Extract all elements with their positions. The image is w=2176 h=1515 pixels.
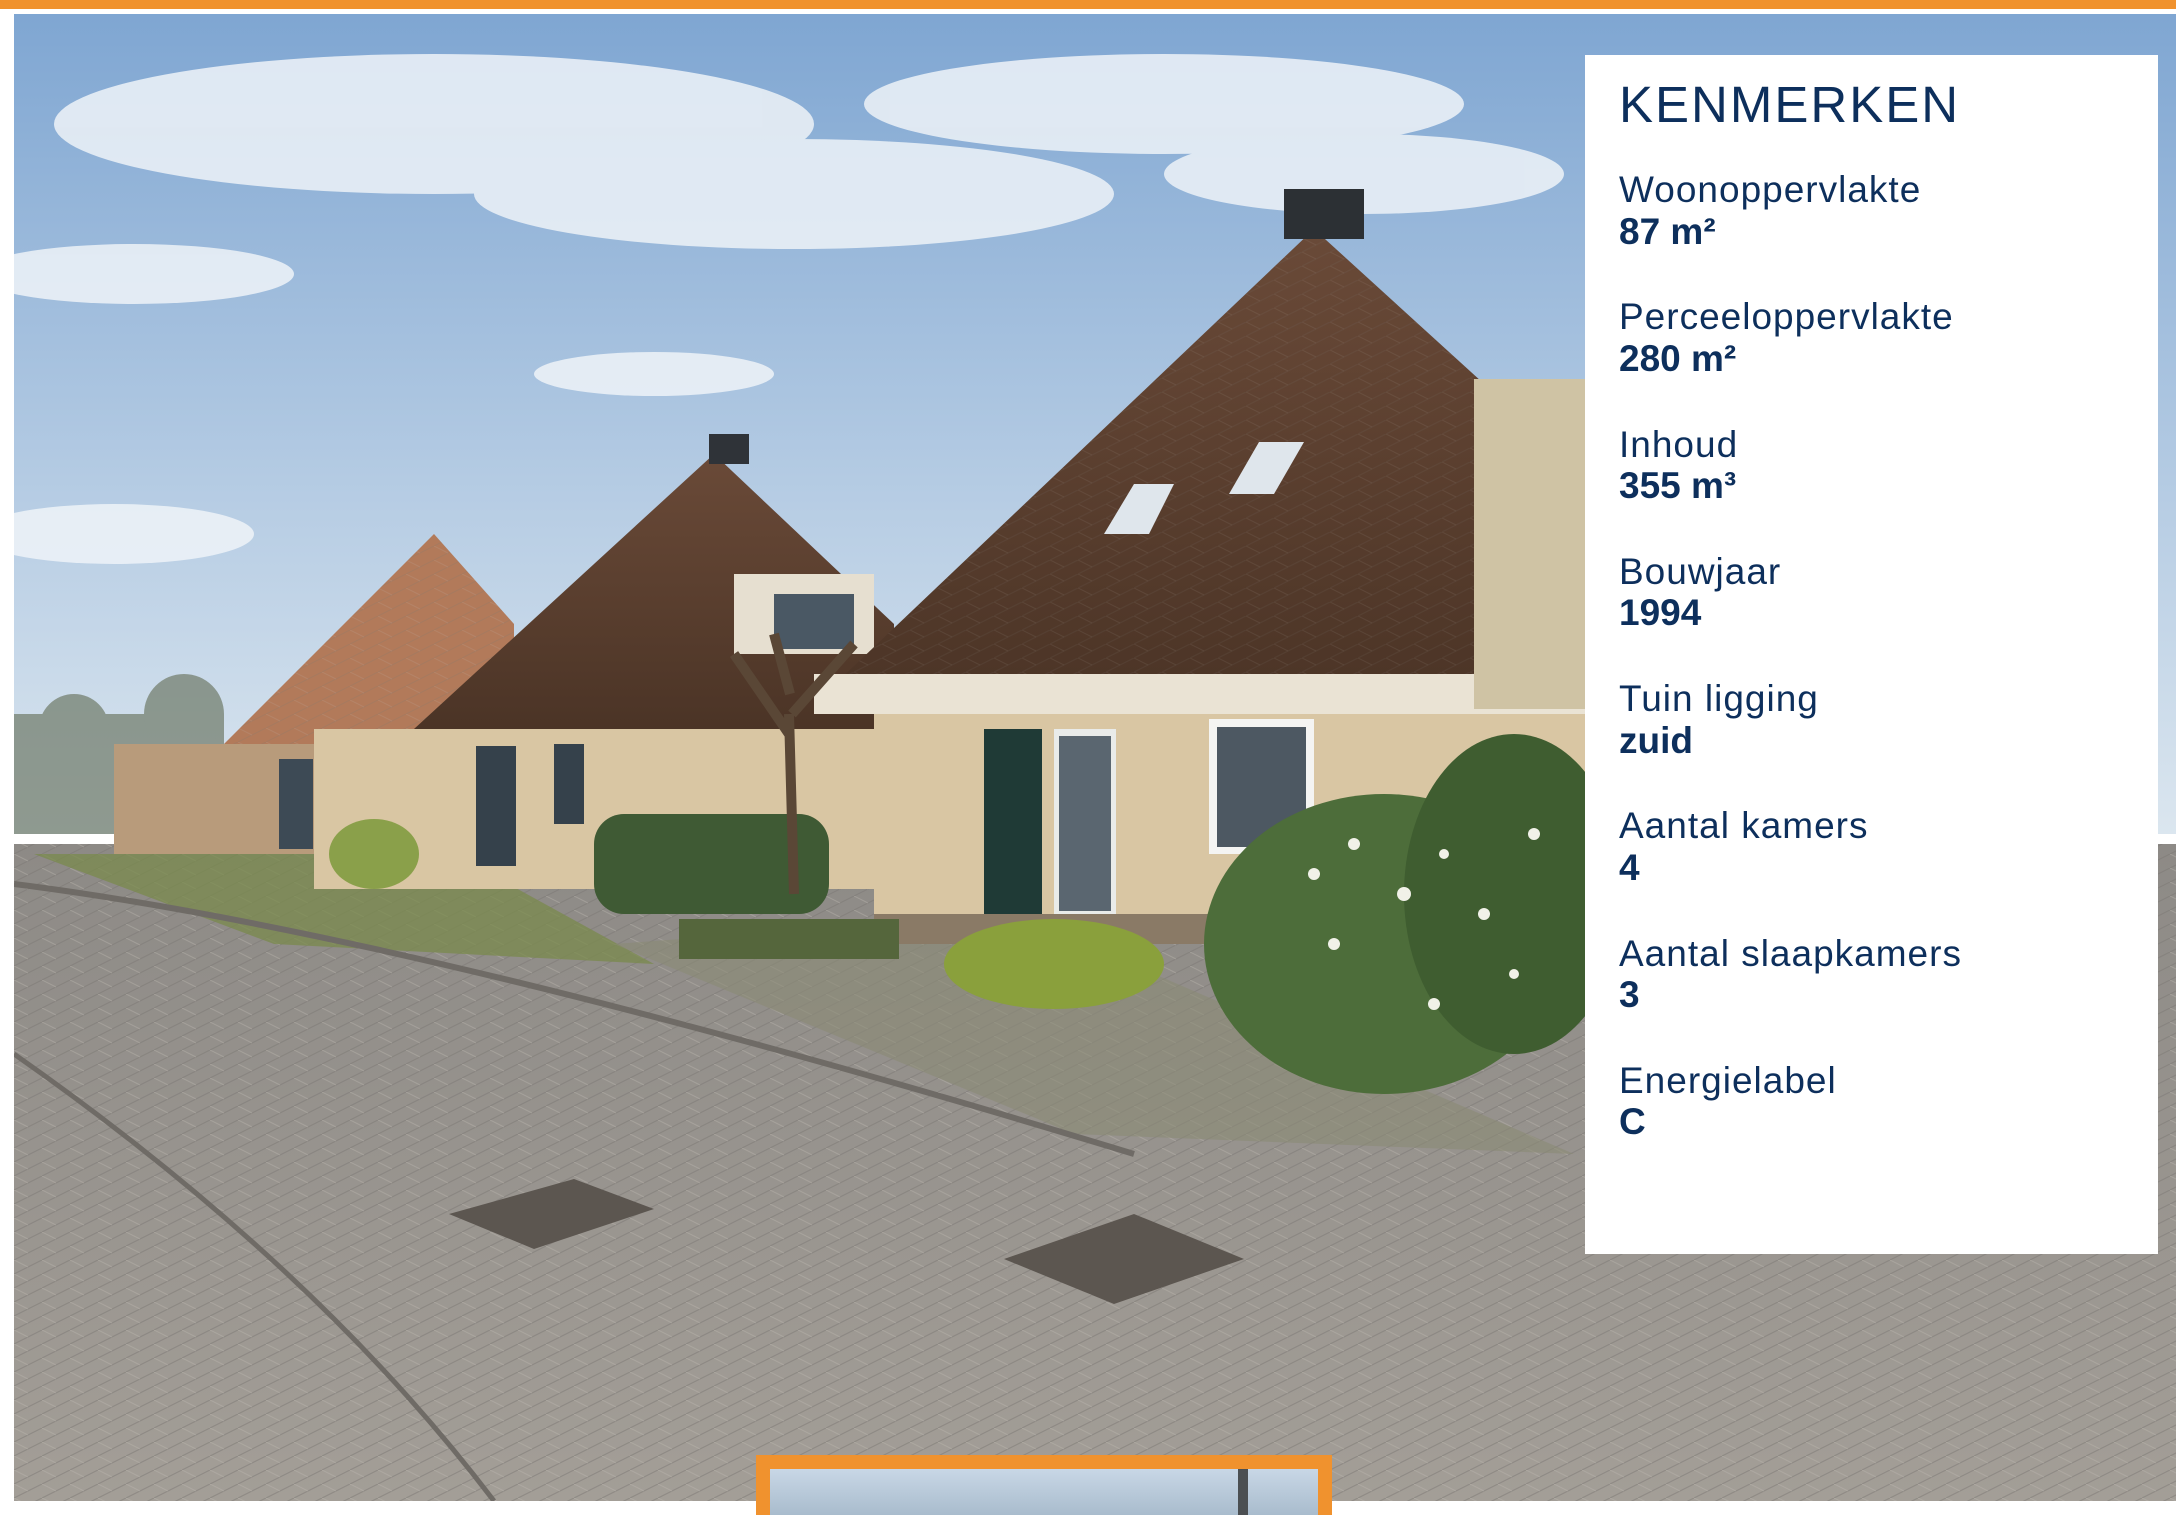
panel-title: KENMERKEN bbox=[1619, 76, 1961, 133]
feature-label: Perceeloppervlakte bbox=[1619, 296, 1954, 338]
feature-label: Tuin ligging bbox=[1619, 678, 1819, 720]
feature-volume: Inhoud 355 m³ bbox=[1619, 424, 2158, 507]
feature-value: 3 bbox=[1619, 974, 1640, 1016]
feature-value: C bbox=[1619, 1101, 1646, 1143]
feature-value: zuid bbox=[1619, 719, 1693, 761]
feature-bedrooms: Aantal slaapkamers 3 bbox=[1619, 933, 2158, 1016]
feature-value: 1994 bbox=[1619, 592, 1702, 634]
feature-label: Woonoppervlakte bbox=[1619, 169, 1922, 211]
feature-energy-label: Energielabel C bbox=[1619, 1060, 2158, 1143]
feature-rooms: Aantal kamers 4 bbox=[1619, 805, 2158, 888]
feature-value: 280 m² bbox=[1619, 337, 1737, 379]
feature-label: Aantal kamers bbox=[1619, 805, 1869, 847]
features-panel: KENMERKEN Woonoppervlakte 87 m² Perceelo… bbox=[1585, 55, 2158, 1254]
feature-label: Bouwjaar bbox=[1619, 550, 1782, 592]
feature-living-area: Woonoppervlakte 87 m² bbox=[1619, 169, 2158, 252]
feature-garden-orientation: Tuin ligging zuid bbox=[1619, 678, 2158, 761]
feature-build-year: Bouwjaar 1994 bbox=[1619, 551, 2158, 634]
feature-plot-area: Perceeloppervlakte 280 m² bbox=[1619, 296, 2158, 379]
feature-label: Energielabel bbox=[1619, 1059, 1837, 1101]
feature-label: Inhoud bbox=[1619, 423, 1739, 465]
thumbnail-post bbox=[1238, 1469, 1248, 1515]
photo-thumbnail bbox=[756, 1455, 1332, 1515]
top-accent-rule bbox=[0, 0, 2176, 9]
feature-value: 87 m² bbox=[1619, 210, 1716, 252]
feature-value: 355 m³ bbox=[1619, 465, 1737, 507]
feature-label: Aantal slaapkamers bbox=[1619, 932, 1962, 974]
feature-value: 4 bbox=[1619, 846, 1640, 888]
